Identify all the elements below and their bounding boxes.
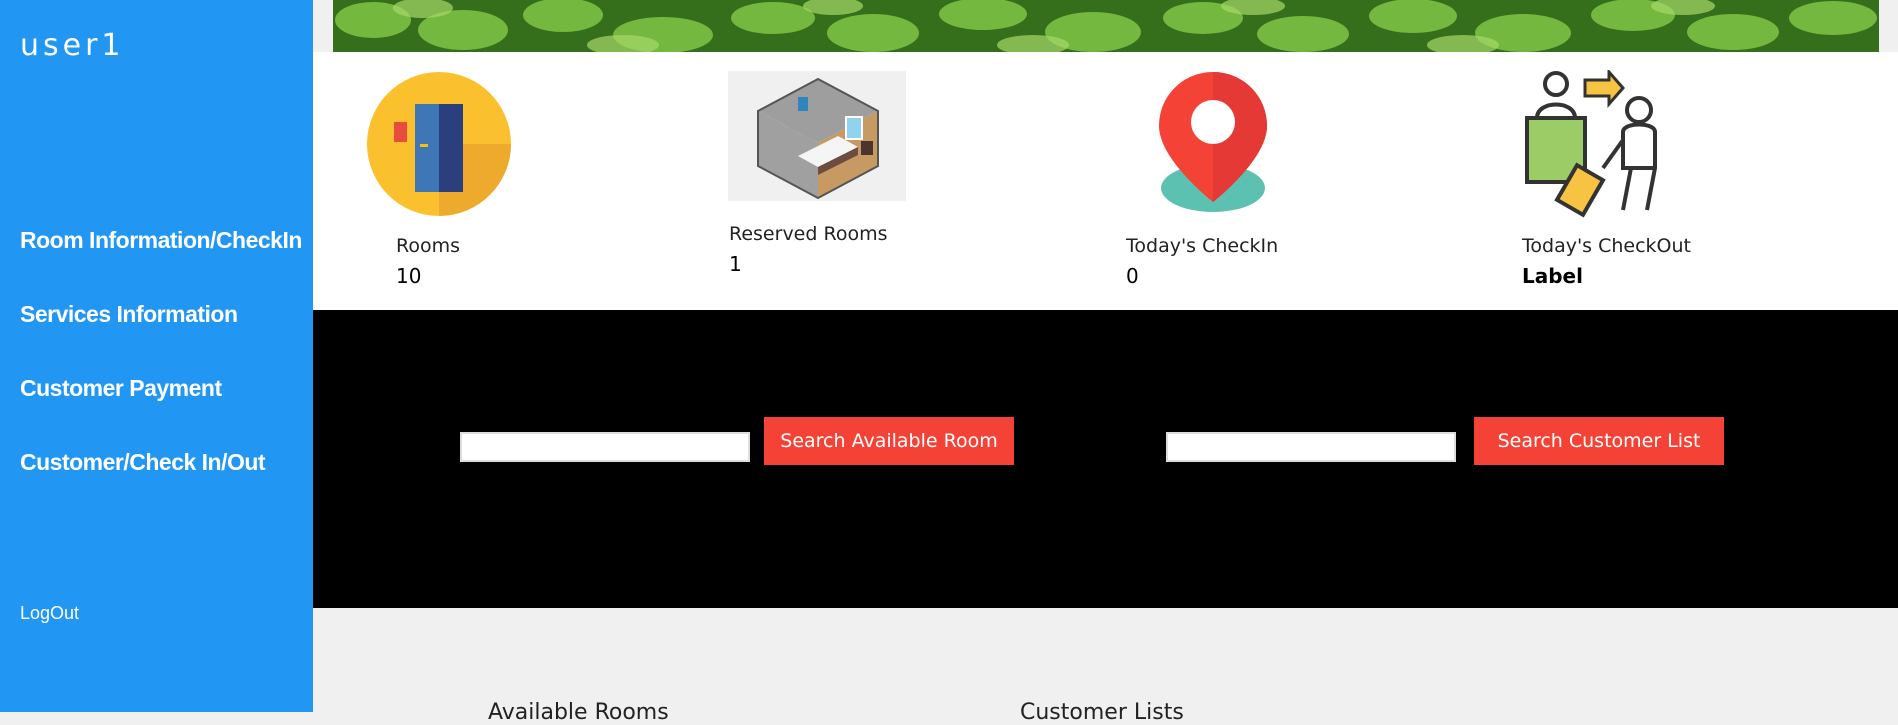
stat-label-todays-checkout: Today's CheckOut — [1522, 235, 1692, 257]
door-icon — [367, 72, 511, 216]
bedroom-icon — [728, 71, 906, 201]
nav-services-information[interactable]: Services Information — [20, 301, 238, 328]
logout-link[interactable]: LogOut — [20, 603, 79, 624]
location-pin-icon — [1143, 70, 1283, 218]
stat-label-rooms: Rooms — [396, 235, 461, 257]
search-available-room-button[interactable]: Search Available Room — [764, 417, 1014, 465]
stats-panel: Rooms 10 Reserved Rooms 1 Today's CheckI — [313, 52, 1898, 310]
stat-value-todays-checkin: 0 — [1126, 264, 1139, 288]
stat-value-todays-checkout: Label — [1522, 264, 1583, 288]
search-panel: Search Available Room Search Customer Li… — [313, 310, 1898, 608]
nav-customer-payment[interactable]: Customer Payment — [20, 375, 222, 402]
nav-room-information-checkin[interactable]: Room Information/CheckIn — [20, 227, 302, 254]
stat-label-todays-checkin: Today's CheckIn — [1126, 235, 1279, 257]
stat-value-rooms: 10 — [396, 264, 422, 288]
nav-customer-check-in-out[interactable]: Customer/Check In/Out — [20, 449, 266, 476]
sidebar: user1 Room Information/CheckIn Services … — [0, 0, 313, 712]
header-banner-image — [333, 0, 1879, 52]
available-rooms-heading: Available Rooms — [488, 700, 669, 725]
room-search-input[interactable] — [460, 432, 750, 462]
username: user1 — [20, 28, 125, 63]
checkout-traveler-icon — [1523, 68, 1673, 218]
search-customer-list-button[interactable]: Search Customer List — [1474, 417, 1724, 465]
stat-value-reserved-rooms: 1 — [729, 252, 742, 276]
stat-label-reserved-rooms: Reserved Rooms — [729, 223, 888, 245]
customer-search-input[interactable] — [1166, 432, 1456, 462]
customer-lists-heading: Customer Lists — [1020, 700, 1184, 725]
